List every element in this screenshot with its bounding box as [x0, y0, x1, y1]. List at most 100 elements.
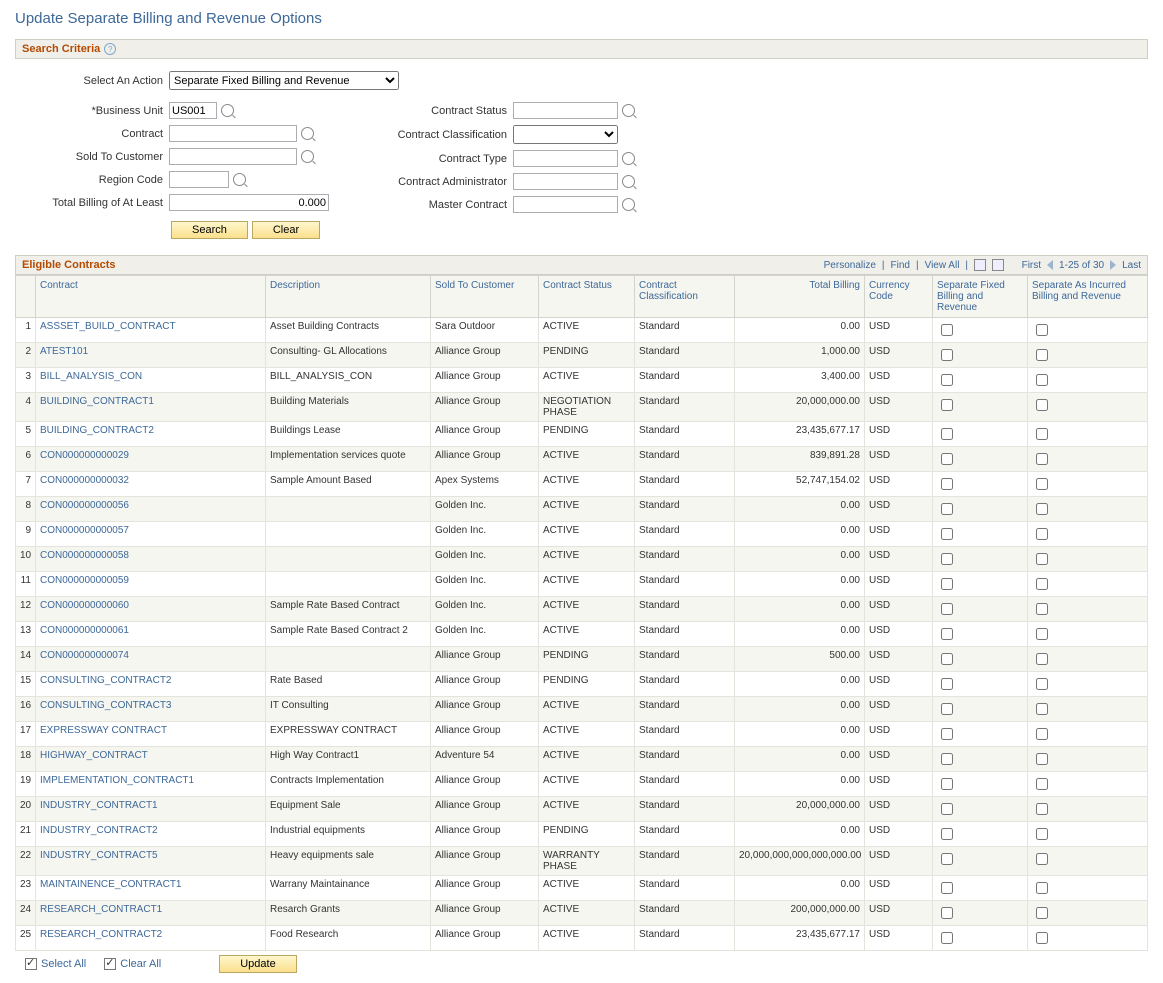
sep-incurred-checkbox[interactable] [1036, 528, 1048, 540]
sep-fixed-checkbox[interactable] [941, 653, 953, 665]
sep-fixed-checkbox[interactable] [941, 853, 953, 865]
contract-link[interactable]: CON000000000059 [40, 575, 129, 586]
contract-type-input[interactable] [513, 150, 618, 167]
contract-link[interactable]: CON000000000061 [40, 625, 129, 636]
contract-link[interactable]: EXPRESSWAY CONTRACT [40, 725, 167, 736]
sep-fixed-checkbox[interactable] [941, 703, 953, 715]
contract-link[interactable]: CON000000000032 [40, 475, 129, 486]
contract-input[interactable] [169, 125, 297, 142]
sep-incurred-checkbox[interactable] [1036, 882, 1048, 894]
classification-dropdown[interactable] [513, 125, 618, 144]
sep-incurred-checkbox[interactable] [1036, 374, 1048, 386]
contract-link[interactable]: IMPLEMENTATION_CONTRACT1 [40, 775, 194, 786]
col-classification[interactable]: Contract Classification [635, 276, 735, 318]
col-description[interactable]: Description [266, 276, 431, 318]
sep-incurred-checkbox[interactable] [1036, 628, 1048, 640]
sep-fixed-checkbox[interactable] [941, 828, 953, 840]
total-billing-input[interactable] [169, 194, 329, 211]
business-unit-input[interactable] [169, 102, 217, 119]
sep-incurred-checkbox[interactable] [1036, 828, 1048, 840]
col-status[interactable]: Contract Status [539, 276, 635, 318]
contract-link[interactable]: INDUSTRY_CONTRACT2 [40, 825, 158, 836]
sep-fixed-checkbox[interactable] [941, 374, 953, 386]
col-currency[interactable]: Currency Code [865, 276, 933, 318]
business-unit-lookup-icon[interactable] [221, 104, 234, 117]
col-sep-fixed[interactable]: Separate Fixed Billing and Revenue [933, 276, 1028, 318]
contract-link[interactable]: HIGHWAY_CONTRACT [40, 750, 148, 761]
sep-incurred-checkbox[interactable] [1036, 428, 1048, 440]
download-icon[interactable] [992, 259, 1004, 271]
sep-incurred-checkbox[interactable] [1036, 803, 1048, 815]
sold-to-lookup-icon[interactable] [301, 150, 314, 163]
sep-fixed-checkbox[interactable] [941, 628, 953, 640]
contract-link[interactable]: CON000000000074 [40, 650, 129, 661]
region-lookup-icon[interactable] [233, 173, 246, 186]
col-sold-to[interactable]: Sold To Customer [431, 276, 539, 318]
contract-link[interactable]: MAINTAINENCE_CONTRACT1 [40, 879, 182, 890]
sep-incurred-checkbox[interactable] [1036, 778, 1048, 790]
next-arrow-icon[interactable] [1110, 260, 1116, 270]
select-all-link[interactable]: Select All [25, 958, 86, 970]
sep-incurred-checkbox[interactable] [1036, 324, 1048, 336]
update-button[interactable]: Update [219, 955, 296, 973]
sep-fixed-checkbox[interactable] [941, 428, 953, 440]
master-lookup-icon[interactable] [622, 198, 635, 211]
sep-incurred-checkbox[interactable] [1036, 478, 1048, 490]
search-button[interactable]: Search [171, 221, 248, 239]
sep-fixed-checkbox[interactable] [941, 578, 953, 590]
sep-fixed-checkbox[interactable] [941, 503, 953, 515]
sep-fixed-checkbox[interactable] [941, 603, 953, 615]
contract-link[interactable]: CON000000000056 [40, 500, 129, 511]
col-contract[interactable]: Contract [36, 276, 266, 318]
contract-link[interactable]: CON000000000029 [40, 450, 129, 461]
sep-fixed-checkbox[interactable] [941, 803, 953, 815]
sep-fixed-checkbox[interactable] [941, 399, 953, 411]
col-total-billing[interactable]: Total Billing [735, 276, 865, 318]
personalize-link[interactable]: Personalize [824, 260, 876, 271]
sep-incurred-checkbox[interactable] [1036, 703, 1048, 715]
contract-lookup-icon[interactable] [301, 127, 314, 140]
sep-fixed-checkbox[interactable] [941, 753, 953, 765]
contract-link[interactable]: RESEARCH_CONTRACT1 [40, 904, 162, 915]
contract-link[interactable]: ASSSET_BUILD_CONTRACT [40, 321, 176, 332]
help-icon[interactable]: ? [104, 43, 116, 55]
contract-link[interactable]: CON000000000057 [40, 525, 129, 536]
sep-incurred-checkbox[interactable] [1036, 728, 1048, 740]
clear-all-link[interactable]: Clear All [104, 958, 161, 970]
contract-link[interactable]: BILL_ANALYSIS_CON [40, 371, 142, 382]
sold-to-input[interactable] [169, 148, 297, 165]
clear-button[interactable]: Clear [252, 221, 320, 239]
select-action-dropdown[interactable]: Separate Fixed Billing and Revenue [169, 71, 399, 90]
first-link[interactable]: First [1022, 260, 1041, 271]
sep-fixed-checkbox[interactable] [941, 882, 953, 894]
contract-link[interactable]: RESEARCH_CONTRACT2 [40, 929, 162, 940]
sep-incurred-checkbox[interactable] [1036, 453, 1048, 465]
sep-incurred-checkbox[interactable] [1036, 503, 1048, 515]
admin-lookup-icon[interactable] [622, 175, 635, 188]
contract-link[interactable]: INDUSTRY_CONTRACT1 [40, 800, 158, 811]
last-link[interactable]: Last [1122, 260, 1141, 271]
sep-fixed-checkbox[interactable] [941, 778, 953, 790]
sep-fixed-checkbox[interactable] [941, 553, 953, 565]
sep-incurred-checkbox[interactable] [1036, 653, 1048, 665]
sep-incurred-checkbox[interactable] [1036, 907, 1048, 919]
sep-incurred-checkbox[interactable] [1036, 932, 1048, 944]
sep-fixed-checkbox[interactable] [941, 349, 953, 361]
sep-incurred-checkbox[interactable] [1036, 853, 1048, 865]
contract-link[interactable]: CON000000000060 [40, 600, 129, 611]
sep-incurred-checkbox[interactable] [1036, 578, 1048, 590]
contract-link[interactable]: CONSULTING_CONTRACT3 [40, 700, 172, 711]
find-link[interactable]: Find [891, 260, 910, 271]
contract-status-lookup-icon[interactable] [622, 104, 635, 117]
sep-fixed-checkbox[interactable] [941, 728, 953, 740]
admin-input[interactable] [513, 173, 618, 190]
sep-incurred-checkbox[interactable] [1036, 603, 1048, 615]
sep-incurred-checkbox[interactable] [1036, 753, 1048, 765]
contract-status-input[interactable] [513, 102, 618, 119]
sep-incurred-checkbox[interactable] [1036, 553, 1048, 565]
sep-incurred-checkbox[interactable] [1036, 678, 1048, 690]
prev-arrow-icon[interactable] [1047, 260, 1053, 270]
contract-link[interactable]: BUILDING_CONTRACT2 [40, 425, 154, 436]
sep-fixed-checkbox[interactable] [941, 528, 953, 540]
view-all-link[interactable]: View All [925, 260, 960, 271]
